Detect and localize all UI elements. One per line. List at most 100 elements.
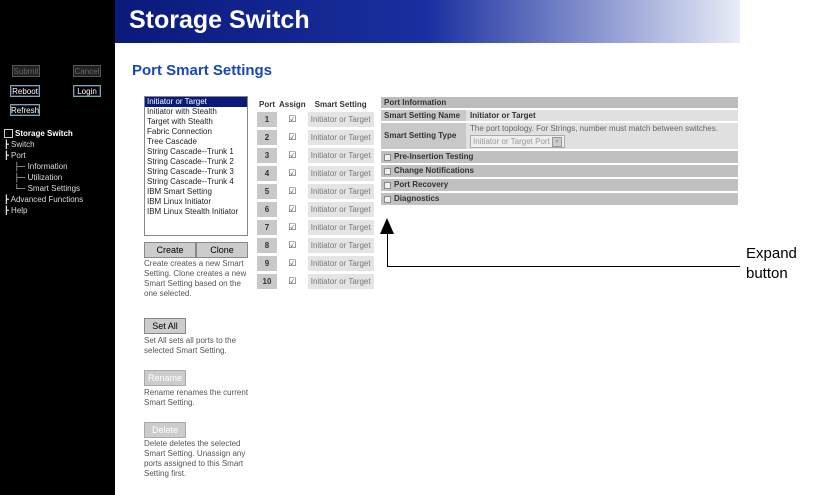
port-number: 4: [257, 166, 277, 181]
tree-item-switch[interactable]: ┣ Switch: [4, 139, 83, 150]
port-assignment-table: Port Assign Smart Setting 1 ☑ Initiator or…: [257, 97, 374, 292]
submit-button[interactable]: Submit: [12, 65, 40, 77]
assign-header: Assign: [279, 100, 306, 109]
page-title: Port Smart Settings: [132, 62, 273, 79]
chevron-down-icon: ▾: [552, 136, 563, 147]
tree-item-smart-settings[interactable]: └─ Smart Settings: [4, 183, 83, 194]
settings-list-item[interactable]: String Cascade--Trunk 1: [145, 147, 247, 157]
expand-button[interactable]: [384, 195, 391, 203]
port-row: 9 ☑ Initiator or Target: [257, 256, 374, 271]
assign-checkbox[interactable]: ☑: [277, 166, 308, 181]
port-number: 10: [257, 274, 277, 289]
port-smart-setting: Initiator or Target: [307, 238, 374, 253]
port-number: 6: [257, 202, 277, 217]
smart-setting-name-label: Smart Setting Name: [381, 110, 466, 121]
port-smart-setting: Initiator or Target: [307, 184, 374, 199]
port-number: 1: [257, 112, 277, 127]
delete-description: Delete deletes the selected Smart Settin…: [144, 439, 246, 478]
settings-list-item[interactable]: String Cascade--Trunk 3: [145, 167, 247, 177]
assign-checkbox[interactable]: ☑: [277, 238, 308, 253]
assign-checkbox[interactable]: ☑: [277, 220, 308, 235]
port-header: Port: [259, 100, 275, 109]
header-banner: Storage Switch: [115, 0, 740, 43]
port-number: 3: [257, 148, 277, 163]
callout-label: Expand button: [746, 245, 797, 282]
assign-checkbox[interactable]: ☑: [277, 148, 308, 163]
clone-button[interactable]: Clone: [196, 242, 248, 258]
settings-list-item[interactable]: Target with Stealth: [145, 117, 247, 127]
port-row: 7 ☑ Initiator or Target: [257, 220, 374, 235]
tree-item-port[interactable]: ┣ Port: [4, 150, 83, 161]
assign-checkbox[interactable]: ☑: [277, 184, 308, 199]
assign-checkbox[interactable]: ☑: [277, 256, 308, 271]
expand-button[interactable]: [384, 167, 391, 175]
tree-item-help[interactable]: ┣ Help: [4, 205, 83, 216]
delete-button[interactable]: Delete: [144, 422, 186, 438]
port-smart-setting: Initiator or Target: [307, 220, 374, 235]
settings-list-item[interactable]: IBM Linux Initiator: [145, 197, 247, 207]
settings-list-item[interactable]: IBM Smart Setting: [145, 187, 247, 197]
create-clone-description: Create creates a new Smart Setting. Clon…: [144, 259, 247, 298]
tree-item-information[interactable]: ├─ Information: [4, 161, 83, 172]
assign-checkbox[interactable]: ☑: [277, 274, 308, 289]
smart-setting-type-select[interactable]: Initiator or Target Port ▾: [470, 135, 566, 148]
port-smart-setting: Initiator or Target: [307, 112, 374, 127]
expand-button[interactable]: [384, 181, 391, 189]
settings-list-item[interactable]: Tree Cascade: [145, 137, 247, 147]
left-nav: Submit Cancel Reboot Login Refresh Stora…: [0, 0, 115, 495]
port-row: 1 ☑ Initiator or Target: [257, 112, 374, 127]
header-title: Storage Switch: [129, 6, 310, 34]
port-number: 5: [257, 184, 277, 199]
settings-list-item[interactable]: Fabric Connection: [145, 127, 247, 137]
settings-list-item[interactable]: Initiator with Stealth: [145, 107, 247, 117]
reboot-button[interactable]: Reboot: [10, 85, 40, 97]
smart-setting-type-label: Smart Setting Type: [381, 123, 466, 149]
tree-item-storage-switch[interactable]: Storage Switch: [4, 128, 83, 139]
expand-button[interactable]: [384, 153, 391, 161]
section-port-recovery[interactable]: Port Recovery: [381, 179, 738, 191]
port-number: 2: [257, 130, 277, 145]
port-row: 10 ☑ Initiator or Target: [257, 274, 374, 289]
nav-tree: Storage Switch ┣ Switch ┣ Port ├─ Inform…: [4, 128, 83, 216]
assign-checkbox[interactable]: ☑: [277, 112, 308, 127]
rename-description: Rename renames the current Smart Setting…: [144, 388, 249, 407]
refresh-button[interactable]: Refresh: [10, 104, 40, 116]
set-all-button[interactable]: Set All: [144, 318, 186, 334]
port-row: 6 ☑ Initiator or Target: [257, 202, 374, 217]
port-number: 9: [257, 256, 277, 271]
settings-list-item[interactable]: IBM Linux Stealth Initiator: [145, 207, 247, 217]
smart-setting-name-row: Smart Setting Name Initiator or Target: [381, 110, 738, 121]
port-smart-setting: Initiator or Target: [307, 130, 374, 145]
callout-line-vertical: [387, 227, 388, 267]
port-row: 4 ☑ Initiator or Target: [257, 166, 374, 181]
create-button[interactable]: Create: [144, 242, 196, 258]
rename-button[interactable]: Rename: [144, 370, 186, 386]
switch-icon: [4, 129, 13, 139]
smart-setting-type-row: Smart Setting Type The port topology. Fo…: [381, 123, 738, 149]
section-diagnostics[interactable]: Diagnostics: [381, 193, 738, 205]
port-smart-setting: Initiator or Target: [307, 166, 374, 181]
port-smart-setting: Initiator or Target: [307, 202, 374, 217]
assign-checkbox[interactable]: ☑: [277, 202, 308, 217]
smart-setting-header: Smart Setting: [314, 100, 367, 109]
port-information-header: Port Information: [381, 97, 738, 108]
cancel-button[interactable]: Cancel: [73, 65, 101, 77]
port-smart-setting: Initiator or Target: [307, 274, 374, 289]
section-pre-insertion-testing[interactable]: Pre-Insertion Testing: [381, 151, 738, 163]
set-all-description: Set All sets all ports to the selected S…: [144, 336, 237, 355]
tree-item-utilization[interactable]: ├─ Utilization: [4, 172, 83, 183]
section-change-notifications[interactable]: Change Notifications: [381, 165, 738, 177]
port-row: 8 ☑ Initiator or Target: [257, 238, 374, 253]
settings-list-item[interactable]: String Cascade--Trunk 4: [145, 177, 247, 187]
settings-list-item[interactable]: Initiator or Target: [145, 97, 247, 107]
smart-settings-list[interactable]: Initiator or Target Initiator with Stealt…: [144, 96, 248, 236]
port-information-panel: Port Information Smart Setting Name Init…: [381, 97, 738, 207]
port-row: 2 ☑ Initiator or Target: [257, 130, 374, 145]
tree-item-advanced-functions[interactable]: ┣ Advanced Functions: [4, 194, 83, 205]
smart-setting-name-value: Initiator or Target: [470, 111, 536, 120]
port-smart-setting: Initiator or Target: [307, 256, 374, 271]
settings-list-item[interactable]: String Cascade--Trunk 2: [145, 157, 247, 167]
port-number: 8: [257, 238, 277, 253]
login-button[interactable]: Login: [73, 85, 101, 97]
assign-checkbox[interactable]: ☑: [277, 130, 308, 145]
